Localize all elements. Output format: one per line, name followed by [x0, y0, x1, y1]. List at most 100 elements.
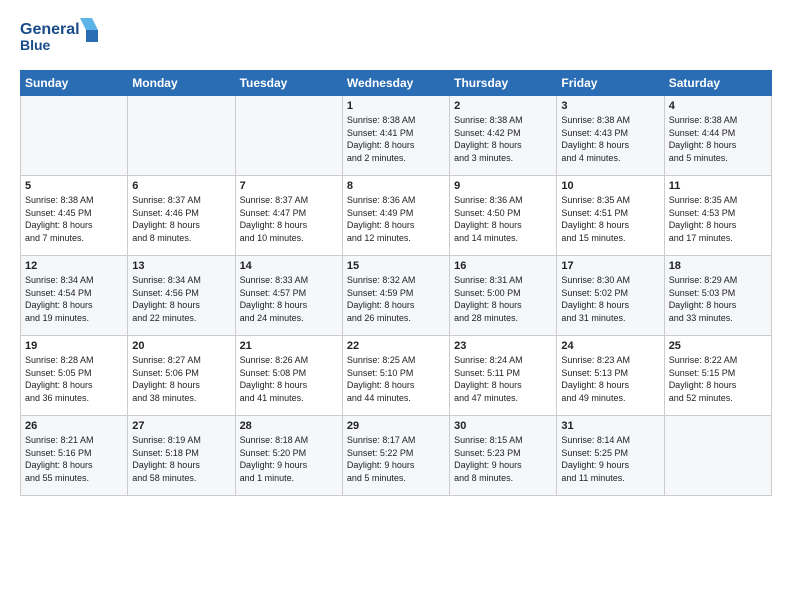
calendar-cell: 4Sunrise: 8:38 AM Sunset: 4:44 PM Daylig…	[664, 96, 771, 176]
calendar-week-2: 5 Sunrise: 8:38 AM Sunset: 4:45 PM Daylig…	[21, 176, 772, 256]
calendar-cell: 1 Sunrise: 8:38 AM Sunset: 4:41 PM Daylig…	[342, 96, 449, 176]
day-number: 1	[347, 100, 445, 112]
calendar-cell: 22 Sunrise: 8:25 AM Sunset: 5:10 PM Dayli…	[342, 336, 449, 416]
cell-info: Sunrise: 8:23 AM Sunset: 5:13 PM Dayligh…	[561, 354, 659, 404]
calendar-cell: 21 Sunrise: 8:26 AM Sunset: 5:08 PM Dayli…	[235, 336, 342, 416]
svg-text:Blue: Blue	[20, 37, 51, 53]
calendar-cell: 29 Sunrise: 8:17 AM Sunset: 5:22 PM Dayli…	[342, 416, 449, 496]
day-number: 17	[561, 260, 659, 272]
day-number: 3	[561, 100, 659, 112]
day-number: 30	[454, 420, 552, 432]
calendar-cell: 9 Sunrise: 8:36 AM Sunset: 4:50 PM Daylig…	[450, 176, 557, 256]
cell-info: Sunrise: 8:38 AM Sunset: 4:45 PM Dayligh…	[25, 194, 123, 244]
day-number: 18	[669, 260, 767, 272]
day-number: 26	[25, 420, 123, 432]
calendar-cell	[664, 416, 771, 496]
calendar-cell: 3 Sunrise: 8:38 AM Sunset: 4:43 PM Daylig…	[557, 96, 664, 176]
day-number: 16	[454, 260, 552, 272]
cell-info: Sunrise: 8:28 AM Sunset: 5:05 PM Dayligh…	[25, 354, 123, 404]
weekday-header-saturday: Saturday	[664, 71, 771, 96]
logo-svg: General Blue	[20, 16, 100, 60]
day-number: 15	[347, 260, 445, 272]
calendar-cell: 25 Sunrise: 8:22 AM Sunset: 5:15 PM Dayli…	[664, 336, 771, 416]
cell-info: Sunrise: 8:35 AM Sunset: 4:51 PM Dayligh…	[561, 194, 659, 244]
day-number: 27	[132, 420, 230, 432]
weekday-header-tuesday: Tuesday	[235, 71, 342, 96]
weekday-header-friday: Friday	[557, 71, 664, 96]
cell-info: Sunrise: 8:21 AM Sunset: 5:16 PM Dayligh…	[25, 434, 123, 484]
calendar-week-3: 12Sunrise: 8:34 AM Sunset: 4:54 PM Dayli…	[21, 256, 772, 336]
cell-info: Sunrise: 8:27 AM Sunset: 5:06 PM Dayligh…	[132, 354, 230, 404]
header-row: SundayMondayTuesdayWednesdayThursdayFrid…	[21, 71, 772, 96]
cell-info: Sunrise: 8:25 AM Sunset: 5:10 PM Dayligh…	[347, 354, 445, 404]
cell-info: Sunrise: 8:37 AM Sunset: 4:46 PM Dayligh…	[132, 194, 230, 244]
cell-info: Sunrise: 8:17 AM Sunset: 5:22 PM Dayligh…	[347, 434, 445, 484]
header: General Blue	[20, 16, 772, 60]
weekday-header-sunday: Sunday	[21, 71, 128, 96]
cell-info: Sunrise: 8:38 AM Sunset: 4:42 PM Dayligh…	[454, 114, 552, 164]
cell-info: Sunrise: 8:38 AM Sunset: 4:44 PM Dayligh…	[669, 114, 767, 164]
day-number: 10	[561, 180, 659, 192]
weekday-header-wednesday: Wednesday	[342, 71, 449, 96]
day-number: 14	[240, 260, 338, 272]
calendar-cell: 19 Sunrise: 8:28 AM Sunset: 5:05 PM Dayli…	[21, 336, 128, 416]
day-number: 2	[454, 100, 552, 112]
page: General Blue SundayMondayTuesdayWednesda…	[0, 0, 792, 612]
svg-text:General: General	[20, 21, 80, 38]
logo: General Blue	[20, 16, 100, 60]
day-number: 20	[132, 340, 230, 352]
calendar-week-4: 19 Sunrise: 8:28 AM Sunset: 5:05 PM Dayli…	[21, 336, 772, 416]
cell-info: Sunrise: 8:22 AM Sunset: 5:15 PM Dayligh…	[669, 354, 767, 404]
cell-info: Sunrise: 8:24 AM Sunset: 5:11 PM Dayligh…	[454, 354, 552, 404]
calendar-week-1: 1 Sunrise: 8:38 AM Sunset: 4:41 PM Daylig…	[21, 96, 772, 176]
cell-info: Sunrise: 8:34 AM Sunset: 4:56 PM Dayligh…	[132, 274, 230, 324]
calendar-cell: 10 Sunrise: 8:35 AM Sunset: 4:51 PM Dayli…	[557, 176, 664, 256]
calendar-cell: 30 Sunrise: 8:15 AM Sunset: 5:23 PM Dayli…	[450, 416, 557, 496]
calendar-cell: 24 Sunrise: 8:23 AM Sunset: 5:13 PM Dayli…	[557, 336, 664, 416]
calendar-cell: 31Sunrise: 8:14 AM Sunset: 5:25 PM Dayli…	[557, 416, 664, 496]
calendar-table: SundayMondayTuesdayWednesdayThursdayFrid…	[20, 70, 772, 496]
cell-info: Sunrise: 8:26 AM Sunset: 5:08 PM Dayligh…	[240, 354, 338, 404]
calendar-cell	[21, 96, 128, 176]
day-number: 19	[25, 340, 123, 352]
cell-info: Sunrise: 8:32 AM Sunset: 4:59 PM Dayligh…	[347, 274, 445, 324]
calendar-cell: 14 Sunrise: 8:33 AM Sunset: 4:57 PM Dayli…	[235, 256, 342, 336]
day-number: 6	[132, 180, 230, 192]
calendar-cell: 17 Sunrise: 8:30 AM Sunset: 5:02 PM Dayli…	[557, 256, 664, 336]
day-number: 12	[25, 260, 123, 272]
cell-info: Sunrise: 8:18 AM Sunset: 5:20 PM Dayligh…	[240, 434, 338, 484]
cell-info: Sunrise: 8:37 AM Sunset: 4:47 PM Dayligh…	[240, 194, 338, 244]
calendar-cell: 7 Sunrise: 8:37 AM Sunset: 4:47 PM Daylig…	[235, 176, 342, 256]
calendar-cell: 28Sunrise: 8:18 AM Sunset: 5:20 PM Dayli…	[235, 416, 342, 496]
calendar-cell: 16 Sunrise: 8:31 AM Sunset: 5:00 PM Dayli…	[450, 256, 557, 336]
day-number: 13	[132, 260, 230, 272]
cell-info: Sunrise: 8:36 AM Sunset: 4:49 PM Dayligh…	[347, 194, 445, 244]
calendar-cell: 23Sunrise: 8:24 AM Sunset: 5:11 PM Dayli…	[450, 336, 557, 416]
cell-info: Sunrise: 8:38 AM Sunset: 4:41 PM Dayligh…	[347, 114, 445, 164]
day-number: 24	[561, 340, 659, 352]
cell-info: Sunrise: 8:36 AM Sunset: 4:50 PM Dayligh…	[454, 194, 552, 244]
day-number: 21	[240, 340, 338, 352]
calendar-cell: 11 Sunrise: 8:35 AM Sunset: 4:53 PM Dayli…	[664, 176, 771, 256]
cell-info: Sunrise: 8:33 AM Sunset: 4:57 PM Dayligh…	[240, 274, 338, 324]
day-number: 22	[347, 340, 445, 352]
day-number: 9	[454, 180, 552, 192]
cell-info: Sunrise: 8:15 AM Sunset: 5:23 PM Dayligh…	[454, 434, 552, 484]
calendar-cell: 15 Sunrise: 8:32 AM Sunset: 4:59 PM Dayli…	[342, 256, 449, 336]
weekday-header-monday: Monday	[128, 71, 235, 96]
day-number: 7	[240, 180, 338, 192]
cell-info: Sunrise: 8:30 AM Sunset: 5:02 PM Dayligh…	[561, 274, 659, 324]
day-number: 25	[669, 340, 767, 352]
calendar-cell: 12Sunrise: 8:34 AM Sunset: 4:54 PM Dayli…	[21, 256, 128, 336]
calendar-cell	[235, 96, 342, 176]
day-number: 31	[561, 420, 659, 432]
cell-info: Sunrise: 8:31 AM Sunset: 5:00 PM Dayligh…	[454, 274, 552, 324]
day-number: 11	[669, 180, 767, 192]
day-number: 5	[25, 180, 123, 192]
calendar-cell: 20 Sunrise: 8:27 AM Sunset: 5:06 PM Dayli…	[128, 336, 235, 416]
day-number: 29	[347, 420, 445, 432]
cell-info: Sunrise: 8:35 AM Sunset: 4:53 PM Dayligh…	[669, 194, 767, 244]
calendar-cell	[128, 96, 235, 176]
cell-info: Sunrise: 8:38 AM Sunset: 4:43 PM Dayligh…	[561, 114, 659, 164]
calendar-cell: 6 Sunrise: 8:37 AM Sunset: 4:46 PM Daylig…	[128, 176, 235, 256]
